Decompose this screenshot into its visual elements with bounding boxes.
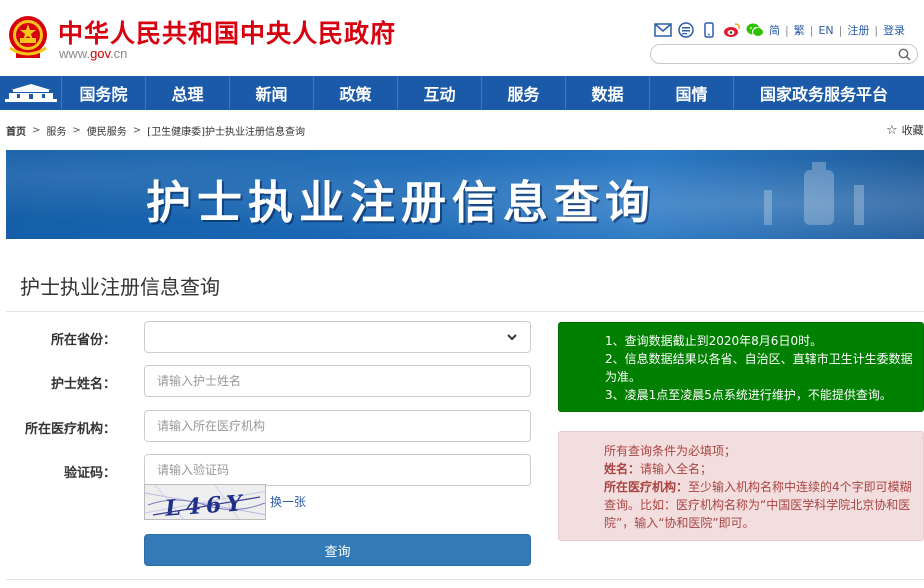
mobile-icon[interactable] [700,22,718,38]
breadcrumb-current: [卫生健康委]护士执业注册信息查询 [147,127,305,138]
site-search [650,44,918,66]
notice-line: 2、信息数据结果以各省、自治区、直辖市卫生计生委数据为准。 [605,352,913,384]
medical-bottle-icon [764,162,864,225]
captcha-graphic: L46Y [145,485,265,520]
nav-item-state-council[interactable]: 国务院 [62,76,146,110]
favorite-label: 收藏 [901,124,924,137]
nurse-name-label: 护士姓名： [50,377,116,392]
nav-item-gov-service-platform[interactable]: 国家政务服务平台 [734,76,894,110]
domain-suffix: .cn [110,46,128,61]
site-title[interactable]: 中华人民共和国中央人民政府 [58,14,396,50]
chevron-right-icon: > [72,125,81,136]
captcha-text: L46Y [163,490,247,520]
divider: | [874,23,879,37]
page-banner: 护士执业注册信息查询 [6,150,924,239]
utility-bar: 简 | 繁 | EN | 注册 | 登录 [654,20,905,40]
divider [6,311,924,312]
notice-line: 3、凌晨1点至凌晨5点系统进行维护，不能提供查询。 [605,388,892,402]
chevron-down-icon [507,334,517,341]
national-emblem-icon[interactable] [6,14,50,60]
requirement-name-text: 请输入全名； [640,462,713,476]
captcha-image[interactable]: L46Y [144,484,266,520]
divider: | [838,23,843,37]
chevron-right-icon: > [132,125,142,136]
nav-item-interaction[interactable]: 互动 [398,76,482,110]
domain-prefix: www. [59,46,91,61]
institution-input[interactable] [145,411,530,441]
requirement-notice: 所有查询条件为必填项； 姓名：请输入全名； 所在医疗机构：至少输入机构名称中连续… [558,431,924,541]
nav-item-services[interactable]: 服务 [482,76,566,110]
main-nav: 国务院 总理 新闻 政策 互动 服务 数据 国情 国家政务服务平台 [0,76,924,110]
nav-item-premier[interactable]: 总理 [146,76,230,110]
site-header: 中华人民共和国中央人民政府 www.gov.cn 简 | 繁 | EN | 注册… [0,0,924,76]
banner-title: 护士执业注册信息查询 [146,176,657,229]
query-button[interactable]: 查询 [144,534,531,566]
divider [6,579,924,580]
weibo-icon[interactable] [723,22,741,38]
site-search-input[interactable] [661,48,901,66]
wechat-icon[interactable] [746,22,764,38]
app-icon[interactable] [677,22,695,38]
chevron-right-icon: > [32,125,41,136]
nav-item-data[interactable]: 数据 [566,76,650,110]
divider: | [809,23,814,37]
lang-english-link[interactable]: EN [818,24,833,37]
nav-item-policy[interactable]: 政策 [314,76,398,110]
refresh-captcha-link[interactable]: 换一张 [270,493,306,510]
divider: | [785,23,789,37]
register-link[interactable]: 注册 [847,22,869,38]
province-label: 所在省份： [50,333,116,348]
nav-home[interactable] [0,76,62,110]
captcha-input[interactable] [145,455,530,485]
page-title: 护士执业注册信息查询 [20,275,220,299]
domain-name: gov [90,46,111,61]
notice-line: 1、查询数据截止到2020年8月6日0时。 [605,334,823,348]
info-notice: 1、查询数据截止到2020年8月6日0时。 2、信息数据结果以各省、自治区、直辖… [558,322,924,412]
lang-simplified-link[interactable]: 简 [769,22,780,38]
nurse-name-field-wrap [144,365,531,397]
province-select[interactable] [144,321,531,353]
breadcrumb-services[interactable]: 服务 [46,123,66,138]
breadcrumb: 首页 > 服务 > 便民服务 > [卫生健康委]护士执业注册信息查询 [6,123,305,138]
lang-traditional-link[interactable]: 繁 [794,22,805,38]
requirement-name: 姓名：请输入全名； [604,460,915,478]
institution-label: 所在医疗机构： [24,422,116,437]
tiananmen-icon [4,84,57,102]
nurse-name-input[interactable] [145,366,530,396]
nav-item-news[interactable]: 新闻 [230,76,314,110]
requirement-org-key: 所在医疗机构： [604,480,689,494]
search-icon[interactable] [898,48,911,61]
requirement-name-key: 姓名： [604,462,641,476]
nav-item-national-info[interactable]: 国情 [650,76,734,110]
star-icon: ☆ [886,122,898,138]
breadcrumb-home[interactable]: 首页 [6,123,26,138]
institution-field-wrap [144,410,531,442]
requirement-org: 所在医疗机构：至少输入机构名称中连续的4个字即可模糊查询。比如：医疗机构名称为“… [604,478,915,532]
favorite-button[interactable]: ☆ 收藏 [886,122,924,138]
login-link[interactable]: 登录 [883,22,905,38]
mail-icon[interactable] [654,22,672,38]
requirement-line: 所有查询条件为必填项； [604,444,737,458]
breadcrumb-public-services[interactable]: 便民服务 [87,123,127,138]
captcha-label: 验证码： [63,466,116,481]
site-domain[interactable]: www.gov.cn [59,46,127,61]
captcha-field-wrap [144,454,531,486]
